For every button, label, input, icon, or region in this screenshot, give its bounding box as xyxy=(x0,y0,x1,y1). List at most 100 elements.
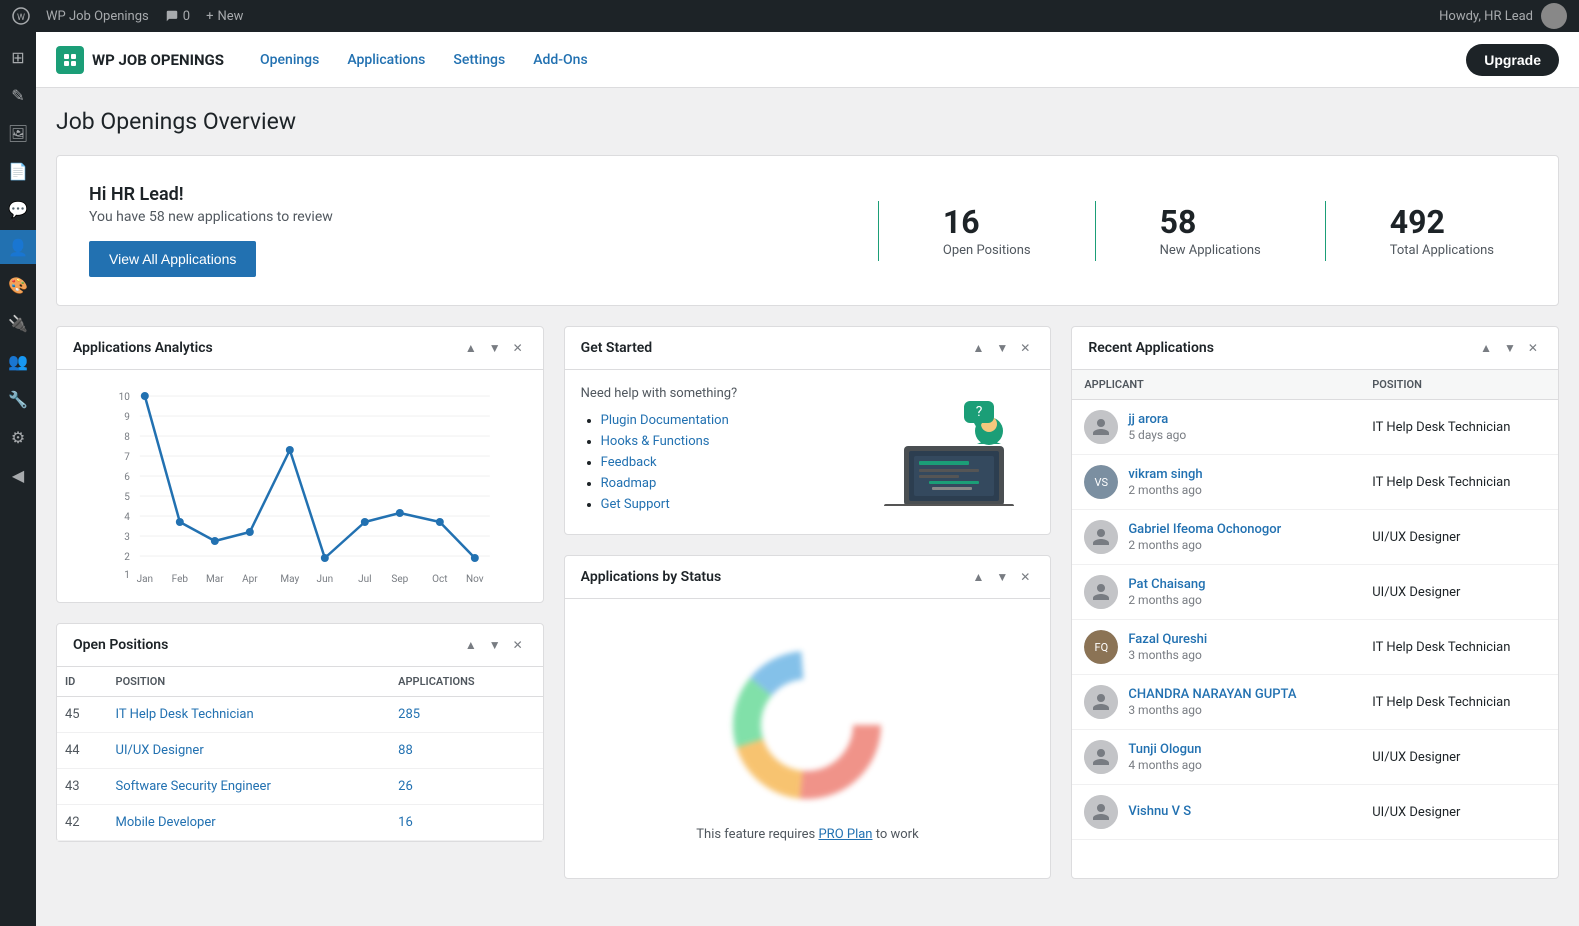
status-up[interactable]: ▲ xyxy=(968,568,988,586)
svg-text:4: 4 xyxy=(124,512,130,523)
position-name[interactable]: UI/UX Designer xyxy=(108,733,391,769)
applicant-position: IT Help Desk Technician xyxy=(1360,620,1558,675)
new-label: New xyxy=(217,9,243,24)
get-started-down[interactable]: ▼ xyxy=(992,339,1012,357)
sidebar-posts-icon[interactable]: ✎ xyxy=(0,78,36,112)
positions-collapse-down[interactable]: ▼ xyxy=(485,636,505,654)
analytics-collapse-up-button[interactable]: ▲ xyxy=(461,339,481,357)
get-started-prompt: Need help with something? xyxy=(581,386,859,401)
col-applications: APPLICATIONS xyxy=(390,667,543,697)
applicant-name: Tunji Ologun xyxy=(1128,742,1202,757)
get-started-up[interactable]: ▲ xyxy=(968,339,988,357)
comments-count: 0 xyxy=(183,9,190,24)
applicant-time: 3 months ago xyxy=(1128,648,1207,662)
get-started-link[interactable]: Feedback xyxy=(601,455,657,470)
recent-applications-widget: Recent Applications ▲ ▼ ✕ xyxy=(1071,326,1559,879)
get-started-link[interactable]: Hooks & Functions xyxy=(601,434,710,449)
open-positions-body: ID POSITION APPLICATIONS 45 IT Help Desk… xyxy=(57,667,543,841)
applicant-time: 2 months ago xyxy=(1128,483,1202,497)
applicant-cell: jj arora 5 days ago xyxy=(1072,400,1360,455)
stat-new-apps-label: New Applications xyxy=(1160,243,1261,258)
get-started-link[interactable]: Roadmap xyxy=(601,476,657,491)
stat-open-positions-label: Open Positions xyxy=(943,243,1031,258)
svg-text:8: 8 xyxy=(124,432,130,443)
applicant-name: Pat Chaisang xyxy=(1128,577,1205,592)
position-name[interactable]: IT Help Desk Technician xyxy=(108,697,391,733)
position-name[interactable]: Mobile Developer xyxy=(108,805,391,841)
plugin-header: WP JOB OPENINGS Openings Applications Se… xyxy=(36,32,1579,88)
applicant-position: IT Help Desk Technician xyxy=(1360,455,1558,510)
pro-plan-link[interactable]: PRO Plan xyxy=(818,827,872,842)
view-all-applications-button[interactable]: View All Applications xyxy=(89,241,256,277)
applicant-avatar xyxy=(1084,575,1118,609)
upgrade-button[interactable]: Upgrade xyxy=(1466,44,1559,76)
nav-openings[interactable]: Openings xyxy=(248,46,331,74)
col-position: POSITION xyxy=(108,667,391,697)
sidebar-dashboard-icon[interactable]: ⊞ xyxy=(0,40,36,74)
recent-apps-close[interactable]: ✕ xyxy=(1524,339,1542,357)
get-started-link[interactable]: Get Support xyxy=(601,497,670,512)
sidebar-appearance-icon[interactable]: 🎨 xyxy=(0,268,36,302)
sidebar-pages-icon[interactable]: 📄 xyxy=(0,154,36,188)
analytics-chart: 10 9 8 7 6 5 4 3 2 1 xyxy=(73,386,527,586)
get-started-header: Get Started ▲ ▼ ✕ xyxy=(565,327,1051,370)
analytics-collapse-down-button[interactable]: ▼ xyxy=(485,339,505,357)
sidebar-tools-icon[interactable]: 🔧 xyxy=(0,382,36,416)
sidebar-comments-icon[interactable]: 💬 xyxy=(0,192,36,226)
analytics-close-button[interactable]: ✕ xyxy=(509,339,527,357)
table-row: Tunji Ologun 4 months ago UI/UX Designer xyxy=(1072,730,1558,785)
table-row: FQ Fazal Qureshi 3 months ago IT Help De… xyxy=(1072,620,1558,675)
applicant-info: Fazal Qureshi 3 months ago xyxy=(1128,632,1207,662)
new-content-link[interactable]: + New xyxy=(206,9,243,24)
admin-sidebar: ⊞ ✎ 🖼 📄 💬 👤 🎨 🔌 👥 🔧 ⚙ ◀ xyxy=(0,32,36,926)
position-name[interactable]: Software Security Engineer xyxy=(108,769,391,805)
recent-apps-header: Recent Applications ▲ ▼ ✕ xyxy=(1072,327,1558,370)
list-item: Roadmap xyxy=(601,476,859,491)
positions-close[interactable]: ✕ xyxy=(509,636,527,654)
col-position: POSITION xyxy=(1360,370,1558,400)
nav-settings[interactable]: Settings xyxy=(441,46,517,74)
applicant-name: Gabriel Ifeoma Ochonogor xyxy=(1128,522,1281,537)
stat-divider-3 xyxy=(1325,201,1326,261)
sidebar-media-icon[interactable]: 🖼 xyxy=(0,116,36,150)
svg-text:2: 2 xyxy=(124,552,130,563)
svg-text:10: 10 xyxy=(119,392,131,403)
applicant-avatar: VS xyxy=(1084,465,1118,499)
stat-new-apps-number: 58 xyxy=(1160,203,1261,241)
sidebar-job-openings-icon[interactable]: 👤 xyxy=(0,230,36,264)
recent-apps-up[interactable]: ▲ xyxy=(1476,339,1496,357)
sidebar-settings-icon[interactable]: ⚙ xyxy=(0,420,36,454)
applicant-time: 3 months ago xyxy=(1128,703,1296,717)
svg-text:Jul: Jul xyxy=(358,574,371,585)
analytics-chart-svg: 10 9 8 7 6 5 4 3 2 1 xyxy=(73,386,527,586)
table-row: CHANDRA NARAYAN GUPTA 3 months ago IT He… xyxy=(1072,675,1558,730)
applicant-cell: Pat Chaisang 2 months ago xyxy=(1072,565,1360,620)
applicant-cell: CHANDRA NARAYAN GUPTA 3 months ago xyxy=(1072,675,1360,730)
get-started-link[interactable]: Plugin Documentation xyxy=(601,413,729,428)
recent-apps-down[interactable]: ▼ xyxy=(1500,339,1520,357)
sidebar-collapse-icon[interactable]: ◀ xyxy=(0,458,36,492)
get-started-list: Plugin Documentation Hooks & Functions Fee… xyxy=(581,413,859,512)
status-close[interactable]: ✕ xyxy=(1016,568,1034,586)
comments-link[interactable]: 0 xyxy=(165,9,190,24)
sidebar-users-icon[interactable]: 👥 xyxy=(0,344,36,378)
status-widget-controls: ▲ ▼ ✕ xyxy=(968,568,1034,586)
applicant-name: Vishnu V S xyxy=(1128,804,1191,819)
applicant-position: UI/UX Designer xyxy=(1360,565,1558,620)
plugin-logo-icon xyxy=(56,46,84,74)
applicant-cell: Tunji Ologun 4 months ago xyxy=(1072,730,1360,785)
status-down[interactable]: ▼ xyxy=(992,568,1012,586)
svg-text:3: 3 xyxy=(124,532,130,543)
stat-total-applications: 492 Total Applications xyxy=(1358,203,1526,258)
status-widget: Applications by Status ▲ ▼ ✕ xyxy=(564,555,1052,879)
positions-collapse-up[interactable]: ▲ xyxy=(461,636,481,654)
status-widget-title: Applications by Status xyxy=(581,569,969,585)
recent-apps-title: Recent Applications xyxy=(1088,340,1476,356)
analytics-widget-body: 10 9 8 7 6 5 4 3 2 1 xyxy=(57,370,543,602)
nav-applications[interactable]: Applications xyxy=(335,46,437,74)
get-started-close[interactable]: ✕ xyxy=(1016,339,1034,357)
plugin-logo-text: WP JOB OPENINGS xyxy=(92,51,224,69)
sidebar-plugins-icon[interactable]: 🔌 xyxy=(0,306,36,340)
svg-text:Mar: Mar xyxy=(206,574,224,585)
nav-addons[interactable]: Add-Ons xyxy=(521,46,599,74)
